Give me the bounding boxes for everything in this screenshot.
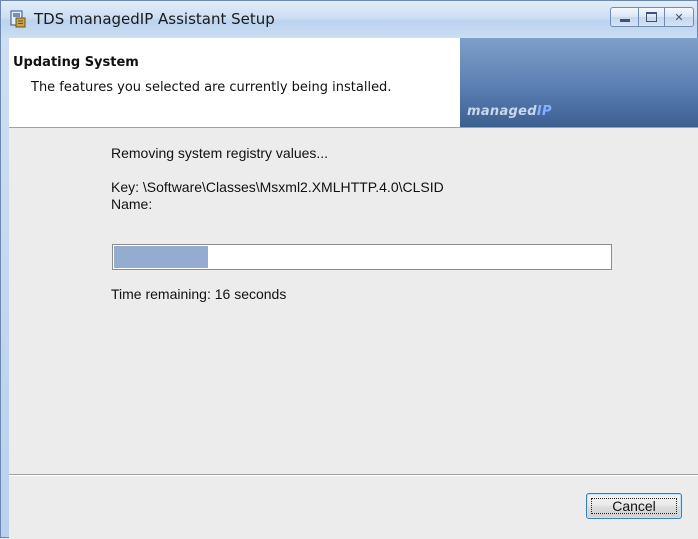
logo-accent-text: IP (536, 104, 552, 119)
page-subtitle: The features you selected are currently … (31, 80, 392, 95)
maximize-icon (646, 12, 657, 22)
dialog-client-area: Updating System The features you selecte… (9, 38, 698, 539)
maximize-button[interactable] (638, 7, 665, 27)
title-bar[interactable]: TDS managedIP Assistant Setup ✕ (1, 1, 697, 37)
minimize-icon (619, 18, 630, 22)
registry-key-text: Key: \Software\Classes\Msxml2.XMLHTTP.4.… (111, 179, 444, 195)
installer-icon (10, 10, 26, 28)
install-progress-bar (112, 244, 612, 270)
cancel-button[interactable]: Cancel (586, 493, 682, 519)
footer-separator (9, 474, 698, 476)
minimize-button[interactable] (610, 7, 639, 27)
registry-name-text: Name: (111, 196, 153, 212)
focus-rectangle (591, 498, 677, 514)
time-remaining-text: Time remaining: 16 seconds (111, 286, 287, 302)
window-title: TDS managedIP Assistant Setup (34, 10, 275, 28)
managedip-logo: managedIP (467, 104, 552, 119)
progress-fill (114, 246, 208, 268)
header-panel: Updating System The features you selecte… (9, 38, 698, 128)
page-title: Updating System (13, 55, 139, 70)
brand-banner: managedIP (460, 38, 698, 127)
close-icon: ✕ (674, 10, 684, 24)
close-button[interactable]: ✕ (664, 7, 694, 27)
current-action-text: Removing system registry values... (111, 145, 329, 161)
logo-main-text: managed (467, 104, 537, 119)
setup-window: TDS managedIP Assistant Setup ✕ Updating… (0, 0, 698, 539)
